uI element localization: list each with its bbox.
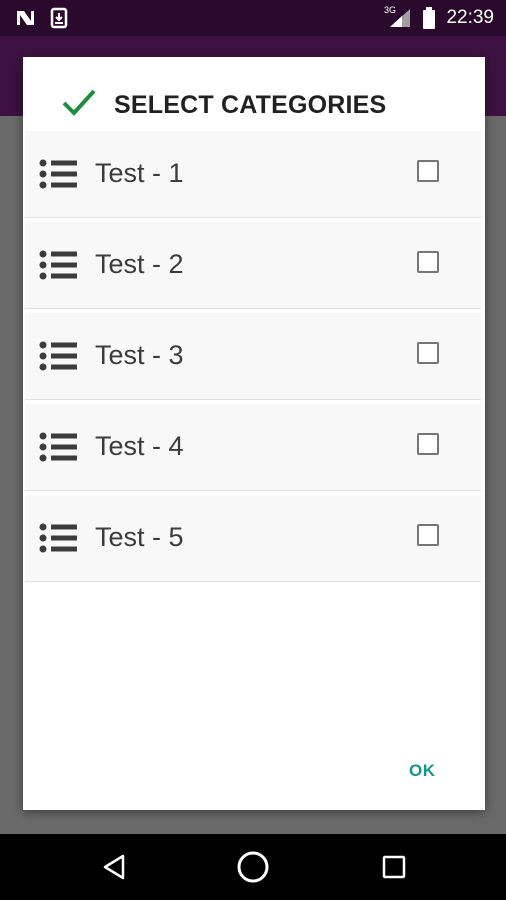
back-icon[interactable] [84,834,144,900]
category-checkbox[interactable] [417,251,439,273]
category-label: Test - 2 [95,249,184,279]
category-label: Test - 1 [95,158,184,188]
list-icon [39,522,79,559]
ok-button[interactable]: OK [409,761,436,781]
battery-icon [422,0,436,36]
category-item-5[interactable]: Test - 5 [25,495,481,582]
category-checkbox[interactable] [417,160,439,182]
list-icon [39,340,79,377]
category-item-2[interactable]: Test - 2 [25,222,481,309]
category-checkbox[interactable] [417,433,439,455]
list-icon [39,249,79,286]
status-bar: 3G 22:39 [0,0,506,36]
category-label: Test - 4 [95,431,184,461]
check-icon [61,87,97,122]
category-label: Test - 5 [95,522,184,552]
list-icon [39,431,79,468]
dialog-title: SELECT CATEGORIES [114,91,387,119]
select-categories-dialog: SELECT CATEGORIES Test - 1 Test - 2 Test… [23,57,485,810]
list-icon [39,158,79,195]
category-item-4[interactable]: Test - 4 [25,404,481,491]
clock: 22:39 [446,7,494,28]
category-label: Test - 3 [95,340,184,370]
n-logo-icon [14,0,36,36]
navigation-bar [0,834,506,900]
category-item-1[interactable]: Test - 1 [25,131,481,218]
category-list: Test - 1 Test - 2 Test - 3 Test - 4 Test… [25,131,481,586]
category-checkbox[interactable] [417,342,439,364]
recents-icon[interactable] [364,834,424,900]
download-notification-icon [50,0,68,36]
category-item-3[interactable]: Test - 3 [25,313,481,400]
home-icon[interactable] [223,834,283,900]
dialog-header: SELECT CATEGORIES [23,57,485,131]
category-checkbox[interactable] [417,524,439,546]
signal-icon [388,0,412,36]
